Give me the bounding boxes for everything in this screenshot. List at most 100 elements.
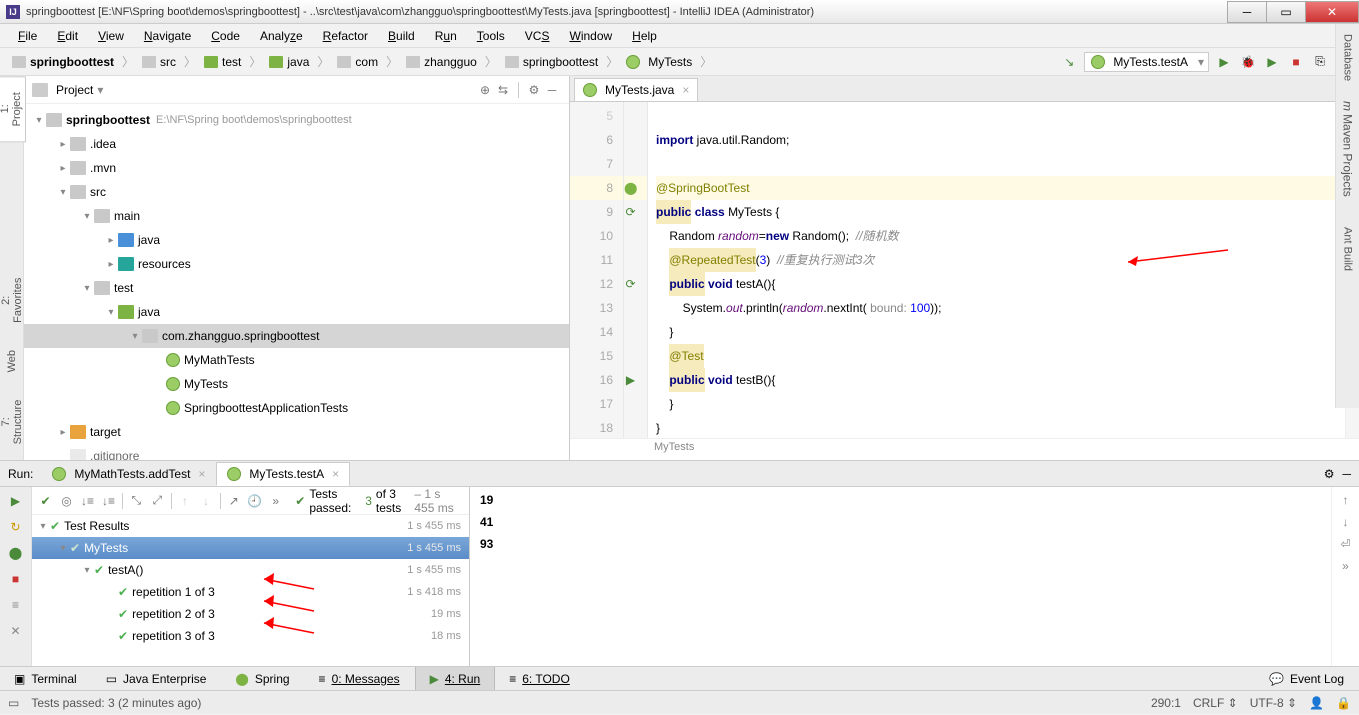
close-icon[interactable]: × <box>332 467 339 481</box>
close-icon[interactable]: × <box>682 83 689 97</box>
tree-resources[interactable]: ▸resources <box>24 252 569 276</box>
tree-class-sbapptests[interactable]: SpringboottestApplicationTests <box>24 396 569 420</box>
more-icon[interactable]: » <box>268 491 283 511</box>
tree-java-main[interactable]: ▸java <box>24 228 569 252</box>
coverage-icon[interactable]: ▶ <box>1263 53 1281 71</box>
menu-edit[interactable]: Edit <box>49 27 86 45</box>
test-row-rep3[interactable]: ✔repetition 3 of 318 ms <box>32 625 469 647</box>
seg-messages[interactable]: ≡0: Messages <box>305 667 415 690</box>
test-row-mytests[interactable]: ▾✔MyTests1 s 455 ms <box>32 537 469 559</box>
project-tree[interactable]: ▾springboottestE:\NF\Spring boot\demos\s… <box>24 104 569 460</box>
editor-body[interactable]: 5 67 8 9101112131415161718 ⬤ ⟳ ⟳ ▶ impor… <box>570 102 1359 438</box>
down-icon[interactable]: ↓ <box>199 491 214 511</box>
rerun-icon[interactable]: ▶ <box>6 491 26 511</box>
run-tab-mymath[interactable]: MyMathTests.addTest× <box>41 462 216 486</box>
seg-spring[interactable]: ⬤Spring <box>221 667 304 690</box>
window-toggle-icon[interactable]: ▭ <box>8 696 19 710</box>
crumb-src[interactable]: src <box>136 53 182 71</box>
menu-code[interactable]: Code <box>203 27 248 45</box>
tree-pkg[interactable]: ▾com.zhangguo.springboottest <box>24 324 569 348</box>
crumb-pkg[interactable]: springboottest <box>499 53 604 71</box>
menu-analyze[interactable]: Analyze <box>252 27 311 45</box>
tab-database[interactable]: Database <box>1340 24 1356 91</box>
crumb-java[interactable]: java <box>263 53 315 71</box>
lock-icon[interactable]: 🔒 <box>1336 696 1351 710</box>
encoding[interactable]: UTF-8 ⇕ <box>1250 696 1297 710</box>
menu-tools[interactable]: Tools <box>469 27 513 45</box>
maximize-button[interactable]: ▭ <box>1266 1 1306 23</box>
stop-icon[interactable]: ■ <box>6 569 26 589</box>
seg-todo[interactable]: ≡6: TODO <box>495 667 585 690</box>
menu-window[interactable]: Window <box>561 27 620 45</box>
hide-icon[interactable]: ─ <box>1342 467 1351 481</box>
gutter-icons[interactable]: ⬤ ⟳ ⟳ ▶ <box>624 102 648 438</box>
collapse-icon[interactable]: ⤢ <box>150 491 165 511</box>
tree-idea[interactable]: ▸.idea <box>24 132 569 156</box>
rerun-failed-icon[interactable]: ↻ <box>6 517 26 537</box>
line-ending[interactable]: CRLF ⇕ <box>1193 696 1238 710</box>
run-gutter-icon[interactable]: ⟳ <box>625 205 635 219</box>
close-button[interactable]: ✕ <box>1305 1 1359 23</box>
menu-navigate[interactable]: Navigate <box>136 27 199 45</box>
tree-mvn[interactable]: ▸.mvn <box>24 156 569 180</box>
seg-jee[interactable]: ▭Java Enterprise <box>92 667 222 690</box>
run-tab-mytests[interactable]: MyTests.testA× <box>216 462 350 486</box>
tab-web[interactable]: Web <box>3 339 21 383</box>
tree-class-mymath[interactable]: MyMathTests <box>24 348 569 372</box>
stop-icon[interactable]: ■ <box>1287 53 1305 71</box>
seg-run[interactable]: ▶4: Run <box>415 667 496 690</box>
sort-icon[interactable]: ↓≡ <box>80 491 95 511</box>
crumb-zhangguo[interactable]: zhangguo <box>400 53 483 71</box>
tree-root[interactable]: ▾springboottestE:\NF\Spring boot\demos\s… <box>24 108 569 132</box>
tab-structure[interactable]: 7: Structure <box>0 384 27 460</box>
hide-icon[interactable]: ─ <box>543 81 561 99</box>
gear-icon[interactable]: ⚙ <box>1324 467 1335 481</box>
build-icon[interactable]: ↘ <box>1060 53 1078 71</box>
collapse-icon[interactable]: ⊕ <box>476 81 494 99</box>
run-icon[interactable]: ▶ <box>1215 53 1233 71</box>
wrap-icon[interactable]: ⏎ <box>1340 537 1350 551</box>
inspect-icon[interactable]: 👤 <box>1309 696 1324 710</box>
editor-breadcrumb[interactable]: MyTests <box>570 438 1359 460</box>
tab-project[interactable]: 1: Project <box>0 76 26 142</box>
minimize-button[interactable]: ─ <box>1227 1 1267 23</box>
menu-build[interactable]: Build <box>380 27 423 45</box>
tree-gitignore[interactable]: .gitignore <box>24 444 569 460</box>
menu-file[interactable]: File <box>10 27 45 45</box>
down-icon[interactable]: ↓ <box>1343 515 1349 529</box>
test-row-rep1[interactable]: ✔repetition 1 of 31 s 418 ms <box>32 581 469 603</box>
menu-run[interactable]: Run <box>427 27 465 45</box>
seg-terminal[interactable]: ▣Terminal <box>0 667 92 690</box>
tree-src[interactable]: ▾src <box>24 180 569 204</box>
tab-maven[interactable]: m Maven Projects <box>1339 91 1357 207</box>
crumb-com[interactable]: com <box>331 53 384 71</box>
test-row-testa[interactable]: ▾✔testA()1 s 455 ms <box>32 559 469 581</box>
expand-icon[interactable]: ⤡ <box>129 491 144 511</box>
close-icon[interactable]: × <box>198 467 205 481</box>
run-gutter-icon[interactable]: ⟳ <box>625 277 635 291</box>
test-result-tree[interactable]: ▾✔Test Results1 s 455 ms ▾✔MyTests1 s 45… <box>32 515 469 666</box>
more-icon[interactable]: » <box>1342 559 1349 573</box>
check-icon[interactable]: ✔ <box>38 491 53 511</box>
debug-icon[interactable]: 🐞 <box>1239 53 1257 71</box>
run-gutter-icon[interactable]: ▶ <box>626 373 635 387</box>
tree-class-mytests[interactable]: MyTests <box>24 372 569 396</box>
tab-favorites[interactable]: 2: Favorites <box>0 262 27 339</box>
toggle-icon[interactable]: ⬤ <box>6 543 26 563</box>
crumb-project[interactable]: springboottest <box>6 53 120 71</box>
history-icon[interactable]: 🕘 <box>247 491 262 511</box>
export-icon[interactable]: ↗ <box>226 491 241 511</box>
run-config-combo[interactable]: MyTests.testA <box>1084 52 1209 72</box>
bell-icon[interactable]: ≡ <box>6 595 26 615</box>
seg-eventlog[interactable]: 💬Event Log <box>1255 667 1359 690</box>
tree-test[interactable]: ▾test <box>24 276 569 300</box>
code-content[interactable]: import java.util.Random; @SpringBootTest… <box>648 102 1345 438</box>
tree-target[interactable]: ▸target <box>24 420 569 444</box>
editor-tab-mytests[interactable]: MyTests.java × <box>574 78 698 101</box>
tree-main[interactable]: ▾main <box>24 204 569 228</box>
menu-view[interactable]: View <box>90 27 132 45</box>
crumb-test[interactable]: test <box>198 53 247 71</box>
tab-ant[interactable]: Ant Build <box>1340 217 1356 281</box>
test-row-root[interactable]: ▾✔Test Results1 s 455 ms <box>32 515 469 537</box>
crumb-class[interactable]: MyTests <box>620 53 698 71</box>
